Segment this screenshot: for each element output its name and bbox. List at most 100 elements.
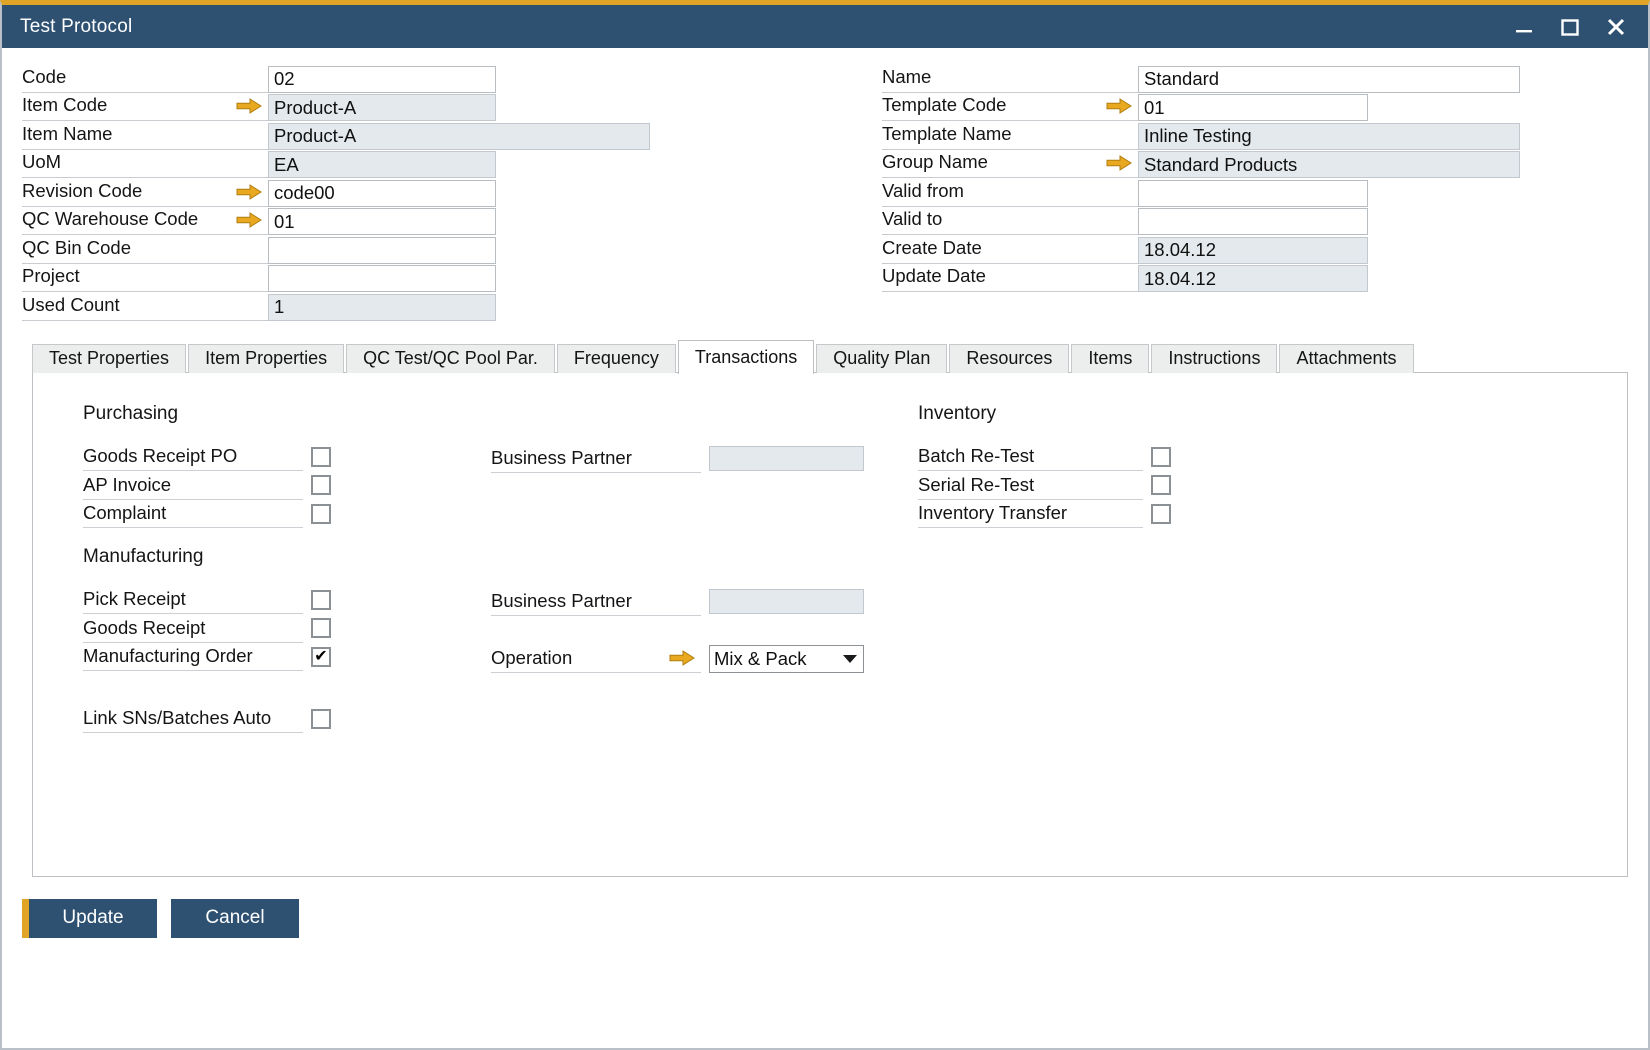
form-label: QC Warehouse Code xyxy=(22,207,268,236)
checkbox-label: Goods Receipt PO xyxy=(83,443,303,472)
form-value-field[interactable] xyxy=(268,265,496,292)
link-arrow-icon[interactable] xyxy=(1106,98,1132,114)
checkbox-label: Manufacturing Order xyxy=(83,643,303,672)
link-sns-section: Link SNs/Batches Auto xyxy=(83,705,331,734)
checkbox[interactable] xyxy=(311,447,331,467)
tab-resources[interactable]: Resources xyxy=(949,344,1069,373)
operation-value: Mix & Pack xyxy=(714,648,807,670)
test-protocol-window: Test Protocol Code 02 Item Code Product-A It… xyxy=(0,0,1650,1050)
form-label-text: Used Count xyxy=(22,294,120,316)
window-title: Test Protocol xyxy=(20,16,1512,38)
link-arrow-icon[interactable] xyxy=(236,98,262,114)
operation-label: Operation xyxy=(491,645,701,674)
form-label: Item Name xyxy=(22,121,268,150)
tab-transactions[interactable]: Transactions xyxy=(678,340,814,374)
form-row: Update Date18.04.12 xyxy=(882,264,1622,293)
tab-qc-test-qc-pool-par[interactable]: QC Test/QC Pool Par. xyxy=(346,344,555,373)
form-row: Template Code01 xyxy=(882,93,1622,122)
form-label-text: UoM xyxy=(22,151,61,173)
form-value-field: Product-A xyxy=(268,94,496,121)
form-value-field[interactable] xyxy=(1138,180,1368,207)
update-button[interactable]: Update xyxy=(22,899,157,938)
tab-item-properties[interactable]: Item Properties xyxy=(188,344,344,373)
form-row: UoMEA xyxy=(22,150,882,179)
form-label-text: QC Warehouse Code xyxy=(22,208,198,230)
form-row: Used Count1 xyxy=(22,292,882,321)
header-form: Code02Item CodeProduct-AItem NameProduct… xyxy=(2,48,1648,327)
tab-instructions[interactable]: Instructions xyxy=(1151,344,1277,373)
form-label: Name xyxy=(882,64,1138,93)
header-form-right-column: Name StandardTemplate Code01Template Name… xyxy=(882,64,1622,321)
form-label-text: Create Date xyxy=(882,237,982,259)
form-row: QC Bin Code xyxy=(22,235,882,264)
checkbox[interactable] xyxy=(1151,504,1171,524)
cancel-button[interactable]: Cancel xyxy=(171,899,299,938)
tab-frequency[interactable]: Frequency xyxy=(557,344,676,373)
link-arrow-icon[interactable] xyxy=(1106,155,1132,171)
checkbox-label: Goods Receipt xyxy=(83,614,303,643)
form-value-field: Standard Products xyxy=(1138,151,1520,178)
form-value-field[interactable]: code00 xyxy=(268,180,496,207)
form-value-field[interactable]: 02 xyxy=(268,66,496,93)
form-row: Revision Codecode00 xyxy=(22,178,882,207)
form-label-text: Item Name xyxy=(22,123,112,145)
chevron-down-icon[interactable] xyxy=(843,655,857,663)
manufacturing-rows: Pick ReceiptGoods ReceiptManufacturing O… xyxy=(83,586,331,672)
manufacturing-section: Manufacturing Pick ReceiptGoods ReceiptM… xyxy=(83,546,331,672)
purchasing-rows: Goods Receipt POAP InvoiceComplaint xyxy=(83,443,331,529)
form-label: Valid from xyxy=(882,178,1138,207)
form-label: UoM xyxy=(22,150,268,179)
operation-dropdown[interactable]: Mix & Pack xyxy=(709,645,864,673)
checkbox-label: Batch Re-Test xyxy=(918,443,1143,472)
form-label: Update Date xyxy=(882,264,1138,293)
tab-attachments[interactable]: Attachments xyxy=(1279,344,1413,373)
form-label-text: Project xyxy=(22,265,80,287)
form-label: Template Name xyxy=(882,121,1138,150)
tab-area: Test PropertiesItem PropertiesQC Test/QC… xyxy=(2,327,1648,877)
form-label-text: Code xyxy=(22,66,66,88)
form-value-field[interactable] xyxy=(1138,208,1368,235)
purchasing-section: Purchasing Goods Receipt POAP InvoiceCom… xyxy=(83,403,331,529)
form-value-field[interactable]: 01 xyxy=(268,208,496,235)
link-arrow-icon[interactable] xyxy=(236,212,262,228)
link-arrow-icon[interactable] xyxy=(669,650,695,666)
checkbox-row: Batch Re-Test xyxy=(918,443,1171,472)
form-row: Group NameStandard Products xyxy=(882,150,1622,179)
checkbox[interactable] xyxy=(1151,475,1171,495)
link-arrow-icon[interactable] xyxy=(236,184,262,200)
checkbox[interactable]: ✔ xyxy=(311,647,331,667)
manufacturing-business-partner-field[interactable] xyxy=(709,589,864,614)
checkbox[interactable] xyxy=(311,475,331,495)
form-row: Name Standard xyxy=(882,64,1622,93)
checkbox-label: AP Invoice xyxy=(83,471,303,500)
checkbox-row: AP Invoice xyxy=(83,471,331,500)
form-value-field[interactable]: 01 xyxy=(1138,94,1368,121)
purchasing-business-partner-field[interactable] xyxy=(709,446,864,471)
form-row: Create Date18.04.12 xyxy=(882,235,1622,264)
checkbox[interactable] xyxy=(311,504,331,524)
checkbox-row: Complaint xyxy=(83,500,331,529)
tab-test-properties[interactable]: Test Properties xyxy=(32,344,186,373)
form-label: Valid to xyxy=(882,207,1138,236)
form-value-field[interactable] xyxy=(268,237,496,264)
close-icon[interactable] xyxy=(1604,15,1628,39)
checkbox[interactable] xyxy=(311,618,331,638)
form-label-text: QC Bin Code xyxy=(22,237,131,259)
maximize-icon[interactable] xyxy=(1558,15,1582,39)
purchasing-business-partner-row: Business Partner xyxy=(491,445,864,474)
checkbox[interactable] xyxy=(1151,447,1171,467)
checkbox[interactable] xyxy=(311,590,331,610)
header-form-left-column: Code02Item CodeProduct-AItem NameProduct… xyxy=(2,64,882,321)
tab-quality-plan[interactable]: Quality Plan xyxy=(816,344,947,373)
link-sns-checkbox[interactable] xyxy=(311,709,331,729)
minimize-icon[interactable] xyxy=(1512,15,1536,39)
form-label-text: Item Code xyxy=(22,94,107,116)
operation-label-text: Operation xyxy=(491,647,572,669)
checkbox-row: Pick Receipt xyxy=(83,586,331,615)
tab-items[interactable]: Items xyxy=(1071,344,1149,373)
form-value-field: 18.04.12 xyxy=(1138,265,1368,292)
link-sns-label: Link SNs/Batches Auto xyxy=(83,705,303,734)
form-label-text: Name xyxy=(882,66,931,88)
form-value-field[interactable]: Standard xyxy=(1138,66,1520,93)
form-row: Template NameInline Testing xyxy=(882,121,1622,150)
